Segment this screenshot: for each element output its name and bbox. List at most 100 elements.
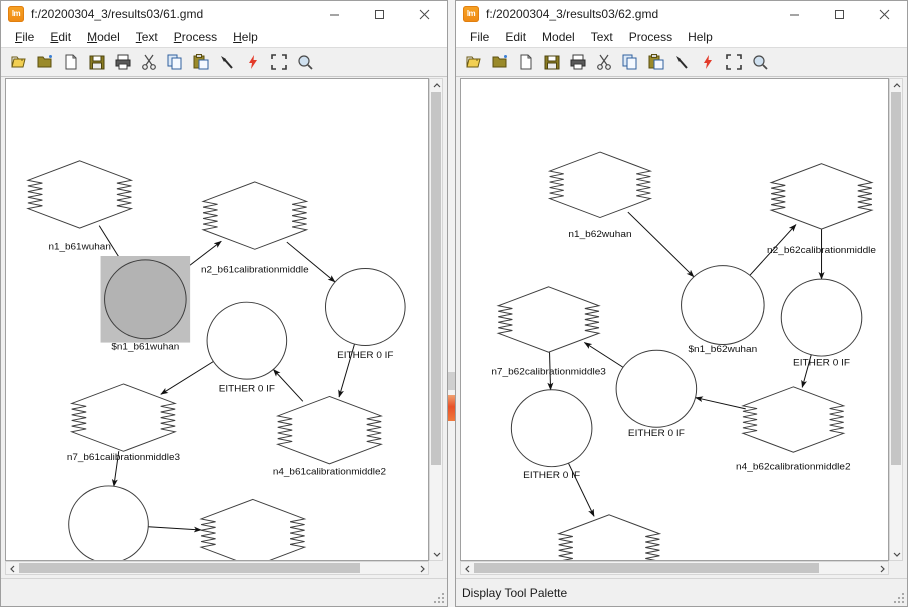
new-document-icon[interactable] [514,50,538,74]
fit-to-window-icon[interactable] [267,50,291,74]
edge-e2-to-n7[interactable] [583,342,624,368]
new-document-icon[interactable] [59,50,83,74]
lightning-icon[interactable] [241,50,265,74]
canvas-right[interactable]: n1_b62wuhan $n1_b62wuhan n2_b62calibration… [460,78,889,561]
horizontal-scroll-thumb[interactable] [474,563,819,573]
window-62-gmd[interactable]: lm f:/20200304_3/results03/62.gmd File E… [455,0,908,607]
horizontal-scrollbar-left[interactable] [5,561,429,575]
paste-icon[interactable] [644,50,668,74]
hammer-icon[interactable] [215,50,239,74]
fit-to-window-icon[interactable] [722,50,746,74]
menubar-right[interactable]: File Edit Model Text Process Help [456,27,907,47]
node-shape-circle[interactable] [510,389,593,468]
node-e1[interactable]: EITHER 0 IF [780,278,863,369]
vertical-scroll-thumb[interactable] [431,92,441,466]
open-icon[interactable] [7,50,31,74]
vertical-scrollbar-left[interactable] [429,78,443,561]
node-shape-circle[interactable] [615,349,698,428]
copy-icon[interactable] [618,50,642,74]
titlebar-right[interactable]: lm f:/20200304_3/results03/62.gmd [456,1,907,27]
titlebar-left[interactable]: lm f:/20200304_3/results03/61.gmd [1,1,447,27]
resize-grip[interactable] [434,593,444,603]
node-n1[interactable]: n1_b62wuhan [547,151,653,240]
node-shape-stacked-hexagon[interactable] [26,160,134,229]
node-n9[interactable]: n9_b61calibration [199,498,307,560]
node-n7[interactable]: n7_b62calibrationmiddle3 [491,286,606,377]
diagram-right[interactable]: n1_b62wuhan $n1_b62wuhan n2_b62calibration… [461,79,888,560]
node-e3[interactable]: EITHER 0 IF [68,485,149,560]
menu-edit[interactable]: Edit [497,29,534,45]
menu-process[interactable]: Process [621,29,680,45]
edge-n2-to-e1[interactable] [286,241,336,283]
scroll-right-arrow[interactable] [415,562,428,575]
minimize-button[interactable] [312,1,357,27]
menubar-left[interactable]: File Edit Model Text Process Help [1,27,447,47]
horizontal-scrollbar-right[interactable] [460,561,889,575]
maximize-button[interactable] [817,1,862,27]
menu-process[interactable]: Process [166,29,225,45]
resize-grip[interactable] [894,593,904,603]
menu-text[interactable]: Text [583,29,621,45]
toolbar-right[interactable] [456,47,907,77]
menu-model[interactable]: Model [534,29,583,45]
node-shape-stacked-hexagon[interactable] [275,395,383,465]
node-shape-stacked-hexagon[interactable] [547,151,653,219]
menu-file[interactable]: File [7,29,42,45]
open-folder-icon[interactable] [33,50,57,74]
open-icon[interactable] [462,50,486,74]
node-s1[interactable]: $n1_b61wuhan [100,256,191,352]
node-n9[interactable]: n9_b62calibration [556,514,662,560]
hammer-icon[interactable] [670,50,694,74]
lightning-icon[interactable] [696,50,720,74]
copy-icon[interactable] [163,50,187,74]
node-n4[interactable]: n4_b62calibrationmiddle2 [736,386,851,473]
edge-e3-to-n9[interactable] [148,526,202,533]
node-shape-stacked-hexagon[interactable] [741,386,846,453]
save-icon[interactable] [85,50,109,74]
zoom-icon[interactable] [748,50,772,74]
edge-n4-to-e2[interactable] [272,368,304,402]
scroll-left-arrow[interactable] [461,562,474,575]
scroll-up-arrow[interactable] [890,79,903,92]
close-button[interactable] [862,1,907,27]
horizontal-scroll-thumb[interactable] [19,563,360,573]
zoom-icon[interactable] [293,50,317,74]
node-shape-circle[interactable] [324,268,406,346]
diagram-left[interactable]: n1_b61wuhan $n1_b61wuhan n2_b61calibration… [6,79,428,560]
node-shape-circle[interactable] [206,301,288,380]
edge-n4-to-e2[interactable] [694,396,746,410]
scroll-left-arrow[interactable] [6,562,19,575]
node-shape-circle[interactable] [104,259,187,340]
edge-n1-to-s1[interactable] [627,211,695,278]
vertical-scrollbar-right[interactable] [889,78,903,561]
scroll-down-arrow[interactable] [890,547,903,560]
node-shape-stacked-hexagon[interactable] [769,163,874,230]
node-shape-stacked-hexagon[interactable] [69,383,177,452]
maximize-button[interactable] [357,1,402,27]
close-button[interactable] [402,1,447,27]
scroll-up-arrow[interactable] [430,79,443,92]
print-icon[interactable] [111,50,135,74]
print-icon[interactable] [566,50,590,74]
menu-text[interactable]: Text [128,29,166,45]
node-s1[interactable]: $n1_b62wuhan [681,265,765,356]
canvas-left[interactable]: n1_b61wuhan $n1_b61wuhan n2_b61calibration… [5,78,429,561]
window-61-gmd[interactable]: lm f:/20200304_3/results03/61.gmd File E… [0,0,448,607]
scroll-down-arrow[interactable] [430,547,443,560]
cut-icon[interactable] [592,50,616,74]
menu-file[interactable]: File [462,29,497,45]
node-e3[interactable]: EITHER 0 IF [510,389,593,481]
node-e2[interactable]: EITHER 0 IF [615,349,698,439]
open-folder-icon[interactable] [488,50,512,74]
node-shape-stacked-hexagon[interactable] [201,181,309,250]
cut-icon[interactable] [137,50,161,74]
node-e2[interactable]: EITHER 0 IF [206,301,288,395]
vertical-scroll-thumb[interactable] [891,92,901,466]
node-shape-circle[interactable] [780,278,863,357]
node-n1[interactable]: n1_b61wuhan [26,160,134,252]
node-shape-stacked-hexagon[interactable] [556,514,662,560]
edge-e2-to-n7[interactable] [160,361,214,395]
paste-icon[interactable] [189,50,213,74]
save-icon[interactable] [540,50,564,74]
node-n7[interactable]: n7_b61calibrationmiddle3 [67,383,180,463]
